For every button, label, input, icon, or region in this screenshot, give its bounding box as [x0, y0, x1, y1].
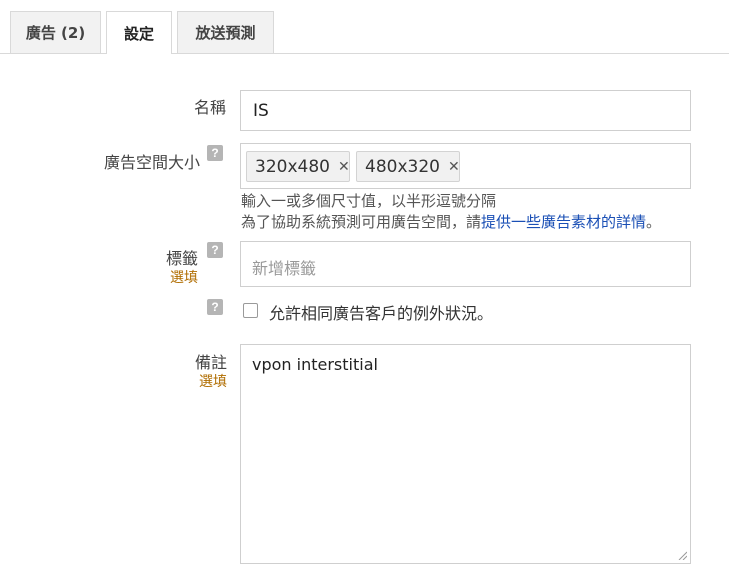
notes-value: vpon interstitial	[252, 355, 378, 374]
labels-optional: 選填	[170, 270, 198, 286]
ad-space-size-label: 廣告空間大小	[103, 153, 200, 172]
size-chip: 480x320 ✕	[356, 151, 460, 182]
size-hint-line1: 輸入一或多個尺寸值，以半形逗號分隔	[241, 192, 497, 210]
size-chip-label: 320x480	[255, 156, 330, 177]
creative-details-link[interactable]: 提供一些廣告素材的詳情	[481, 213, 646, 231]
name-value: IS	[253, 101, 269, 121]
tab-forecast[interactable]: 放送預測	[177, 11, 274, 53]
name-field[interactable]: IS	[240, 90, 691, 131]
labels-placeholder: 新增標籤	[252, 259, 317, 278]
help-icon[interactable]: ?	[207, 242, 223, 258]
notes-label: 備註	[194, 353, 227, 372]
ad-space-size-field[interactable]: 320x480 ✕ 480x320 ✕	[240, 143, 691, 189]
size-hint-line2: 為了協助系統預測可用廣告空間，請提供一些廣告素材的詳情。	[241, 211, 661, 232]
allow-exception-label[interactable]: 允許相同廣告客戶的例外狀況。	[269, 300, 493, 324]
tab-ads[interactable]: 廣告 (2)	[10, 11, 101, 53]
remove-icon[interactable]: ✕	[338, 159, 350, 175]
labels-field[interactable]: 新增標籤	[240, 241, 691, 287]
size-hint-suffix: 。	[646, 213, 662, 231]
notes-textarea[interactable]: vpon interstitial	[240, 344, 691, 564]
remove-icon[interactable]: ✕	[448, 159, 460, 175]
name-label: 名稱	[193, 98, 226, 117]
tab-bar: 廣告 (2) 設定 放送預測	[0, 0, 729, 54]
size-hint-prefix: 為了協助系統預測可用廣告空間，請	[241, 213, 482, 231]
tab-settings[interactable]: 設定	[106, 11, 172, 54]
resize-handle-icon[interactable]	[678, 551, 687, 560]
notes-optional: 選填	[199, 374, 227, 390]
allow-exception-checkbox[interactable]	[243, 303, 258, 318]
size-chip-label: 480x320	[365, 156, 440, 177]
size-chip: 320x480 ✕	[246, 151, 350, 182]
help-icon[interactable]: ?	[207, 145, 223, 161]
help-icon[interactable]: ?	[207, 299, 223, 315]
labels-label: 標籤	[165, 249, 198, 268]
